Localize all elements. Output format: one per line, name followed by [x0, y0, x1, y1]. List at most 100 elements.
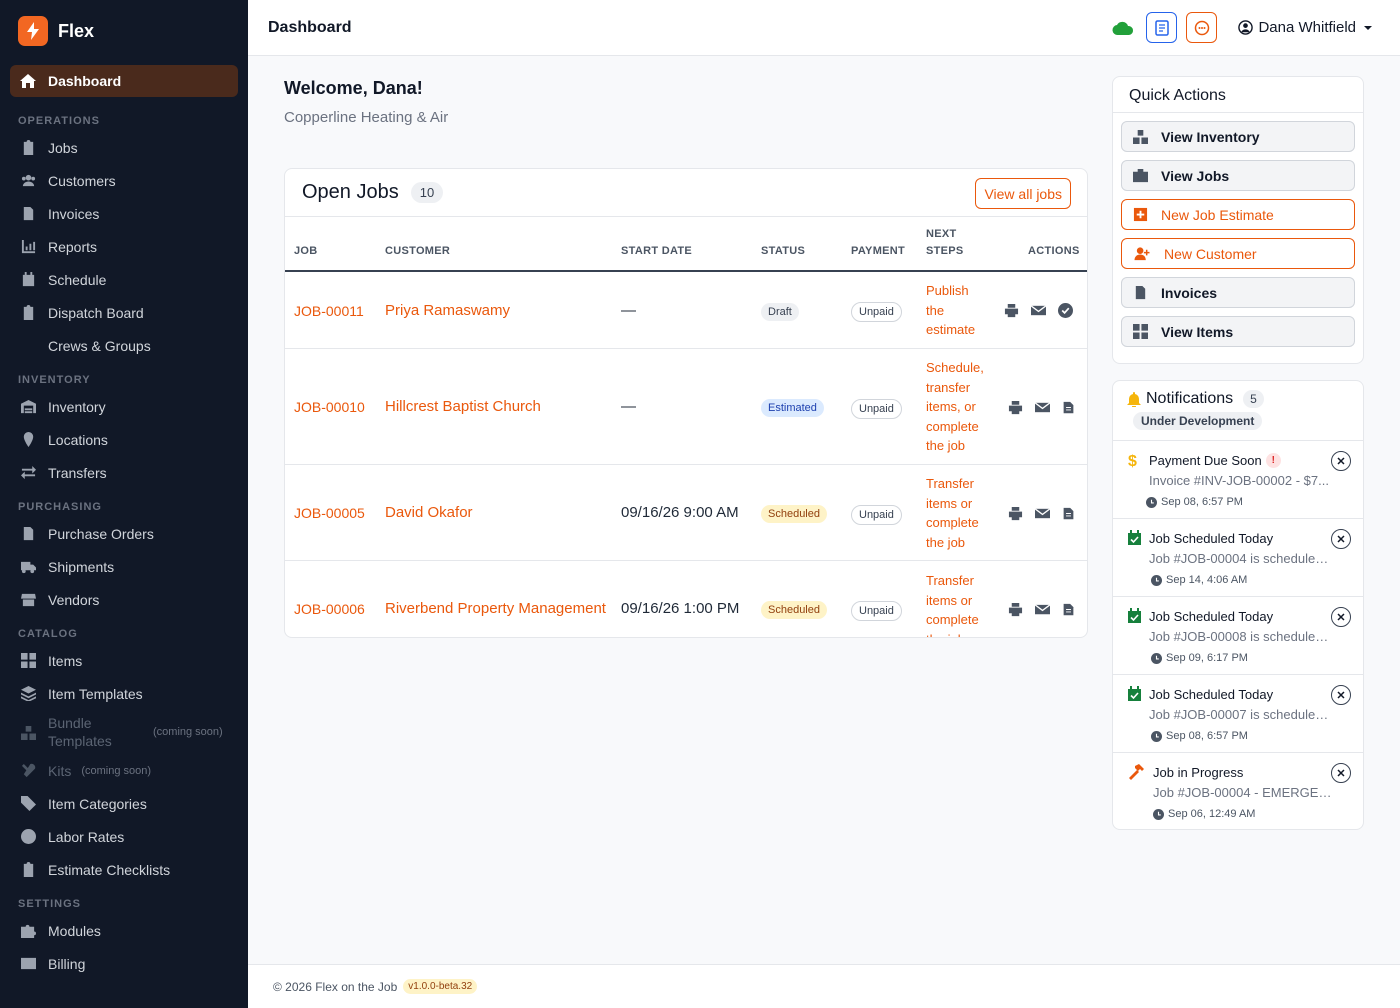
under-development-badge: Under Development: [1133, 412, 1263, 430]
sidebar-item-modules[interactable]: Modules: [0, 914, 248, 947]
invoices-button[interactable]: Invoices: [1121, 277, 1355, 308]
col-next-steps-1: NEXT: [926, 228, 957, 240]
email-icon[interactable]: [1031, 303, 1046, 318]
sidebar-item-customers[interactable]: Customers: [0, 164, 248, 197]
job-id-link[interactable]: JOB-00006: [294, 601, 365, 617]
dismiss-button[interactable]: ✕: [1331, 451, 1351, 471]
notifications-count: 5: [1243, 390, 1264, 408]
table-row[interactable]: JOB-00010 Hillcrest Baptist Church — Est…: [285, 349, 1087, 465]
notification-item[interactable]: Job Scheduled Today Job #JOB-00004 is sc…: [1113, 519, 1363, 597]
sidebar-item-locations[interactable]: Locations: [0, 423, 248, 456]
table-row[interactable]: JOB-00006 Riverbend Property Management …: [285, 561, 1087, 637]
email-icon[interactable]: [1035, 506, 1050, 521]
coming-soon-note: (coming soon): [153, 726, 223, 738]
sidebar-item-label: Reports: [48, 238, 98, 255]
sidebar-item-billing[interactable]: Billing: [0, 947, 248, 980]
new-customer-button[interactable]: New Customer: [1121, 238, 1355, 269]
view-inventory-button[interactable]: View Inventory: [1121, 121, 1355, 152]
sidebar-item-bundle-templates: Bundle Templates (coming soon): [0, 710, 248, 754]
alert-icon: !: [1265, 453, 1281, 468]
sidebar-item-estimate-checklists[interactable]: Estimate Checklists: [0, 853, 248, 886]
sidebar-item-vendors[interactable]: Vendors: [0, 583, 248, 616]
sidebar-item-item-templates[interactable]: Item Templates: [0, 677, 248, 710]
chat-button[interactable]: [1186, 12, 1218, 43]
customer-link[interactable]: Riverbend Property Management: [385, 600, 606, 617]
dismiss-button[interactable]: ✕: [1331, 685, 1351, 705]
notes-icon: [1155, 19, 1169, 36]
notification-item[interactable]: $ Payment Due Soon! Invoice #INV-JOB-000…: [1113, 441, 1363, 519]
dollar-icon: $: [1128, 453, 1137, 468]
dismiss-button[interactable]: ✕: [1331, 607, 1351, 627]
table-row[interactable]: JOB-00011 Priya Ramaswamy — Draft Unpaid…: [285, 272, 1087, 349]
job-id-link[interactable]: JOB-00010: [294, 399, 365, 415]
sidebar-item-label: Item Templates: [48, 685, 143, 702]
row-actions: [1004, 303, 1073, 318]
view-jobs-button[interactable]: View Jobs: [1121, 160, 1355, 191]
notification-item[interactable]: Job Scheduled Today Job #JOB-00008 is sc…: [1113, 597, 1363, 675]
section-settings: SETTINGS: [18, 898, 82, 910]
view-items-button[interactable]: View Items: [1121, 316, 1355, 347]
sidebar-item-label: Dispatch Board: [48, 304, 144, 321]
grid-icon: [1133, 324, 1148, 339]
sidebar-item-shipments[interactable]: Shipments: [0, 550, 248, 583]
print-icon[interactable]: [1004, 303, 1019, 318]
new-job-estimate-button[interactable]: New Job Estimate: [1121, 199, 1355, 230]
start-date: —: [621, 302, 636, 319]
print-icon[interactable]: [1008, 506, 1023, 521]
sidebar-item-purchase-orders[interactable]: Purchase Orders: [0, 517, 248, 550]
notes-button[interactable]: [1146, 12, 1178, 43]
sidebar-item-items[interactable]: Items: [0, 644, 248, 677]
customer-link[interactable]: Hillcrest Baptist Church: [385, 398, 541, 415]
sidebar-item-inventory[interactable]: Inventory: [0, 390, 248, 423]
invoice-icon[interactable]: [1062, 506, 1075, 521]
sidebar-item-dashboard[interactable]: Dashboard: [10, 65, 238, 97]
check-circle-icon[interactable]: [1058, 303, 1073, 318]
invoice-icon[interactable]: [1062, 400, 1075, 415]
table-header: JOB CUSTOMER START DATE STATUS PAYMENT N…: [285, 217, 1087, 272]
sidebar-item-dispatch-board[interactable]: Dispatch Board: [0, 296, 248, 329]
notification-time: Sep 06, 12:49 AM: [1168, 808, 1256, 820]
notification-title: Payment Due Soon: [1149, 453, 1262, 468]
customer-link[interactable]: Priya Ramaswamy: [385, 302, 510, 319]
notification-desc: Job #JOB-00004 - EMERGEN...: [1153, 785, 1333, 800]
dismiss-button[interactable]: ✕: [1331, 529, 1351, 549]
open-jobs-title: Open Jobs: [302, 181, 399, 203]
table-row[interactable]: JOB-00005 David Okafor 09/16/26 9:00 AM …: [285, 465, 1087, 561]
customer-link[interactable]: David Okafor: [385, 504, 473, 521]
invoice-icon[interactable]: [1062, 602, 1075, 617]
email-icon[interactable]: [1035, 602, 1050, 617]
sidebar-item-crews-groups[interactable]: Crews & Groups: [0, 329, 248, 362]
row-actions: [1008, 400, 1075, 415]
sidebar-item-label: Transfers: [48, 464, 107, 481]
brand[interactable]: Flex: [0, 0, 248, 62]
clock-icon: [1153, 808, 1164, 820]
quick-actions-card: Quick Actions View Inventory View Jobs N…: [1112, 76, 1364, 364]
notification-item[interactable]: Job in Progress Job #JOB-00004 - EMERGEN…: [1113, 753, 1363, 829]
sidebar-item-labor-rates[interactable]: Labor Rates: [0, 820, 248, 853]
email-icon[interactable]: [1035, 400, 1050, 415]
user-circle-icon: [1238, 20, 1254, 35]
footer: © 2026 Flex on the Job v1.0.0-beta.32: [248, 964, 1400, 1008]
bolt-icon: [18, 16, 48, 46]
sidebar-item-reports[interactable]: Reports: [0, 230, 248, 263]
print-icon[interactable]: [1008, 602, 1023, 617]
tags-icon: [20, 796, 36, 812]
notification-item[interactable]: Job Scheduled Today Job #JOB-00007 is sc…: [1113, 675, 1363, 753]
notification-time: Sep 08, 6:57 PM: [1166, 730, 1248, 742]
clipboard-check-icon: [20, 862, 36, 878]
notification-time: Sep 09, 6:17 PM: [1166, 652, 1248, 664]
user-menu[interactable]: Dana Whitfield: [1238, 19, 1378, 36]
view-all-jobs-button[interactable]: View all jobs: [975, 178, 1071, 209]
sidebar-item-transfers[interactable]: Transfers: [0, 456, 248, 489]
dismiss-button[interactable]: ✕: [1331, 763, 1351, 783]
sidebar-item-item-categories[interactable]: Item Categories: [0, 787, 248, 820]
sidebar-item-jobs[interactable]: Jobs: [0, 131, 248, 164]
cloud-sync-icon[interactable]: [1112, 20, 1134, 36]
next-steps: Publish the estimate: [926, 283, 976, 337]
sidebar-item-invoices[interactable]: Invoices: [0, 197, 248, 230]
sidebar-item-schedule[interactable]: Schedule: [0, 263, 248, 296]
job-id-link[interactable]: JOB-00005: [294, 505, 365, 521]
job-id-link[interactable]: JOB-00011: [294, 303, 364, 319]
row-actions: [1008, 602, 1075, 617]
print-icon[interactable]: [1008, 400, 1023, 415]
